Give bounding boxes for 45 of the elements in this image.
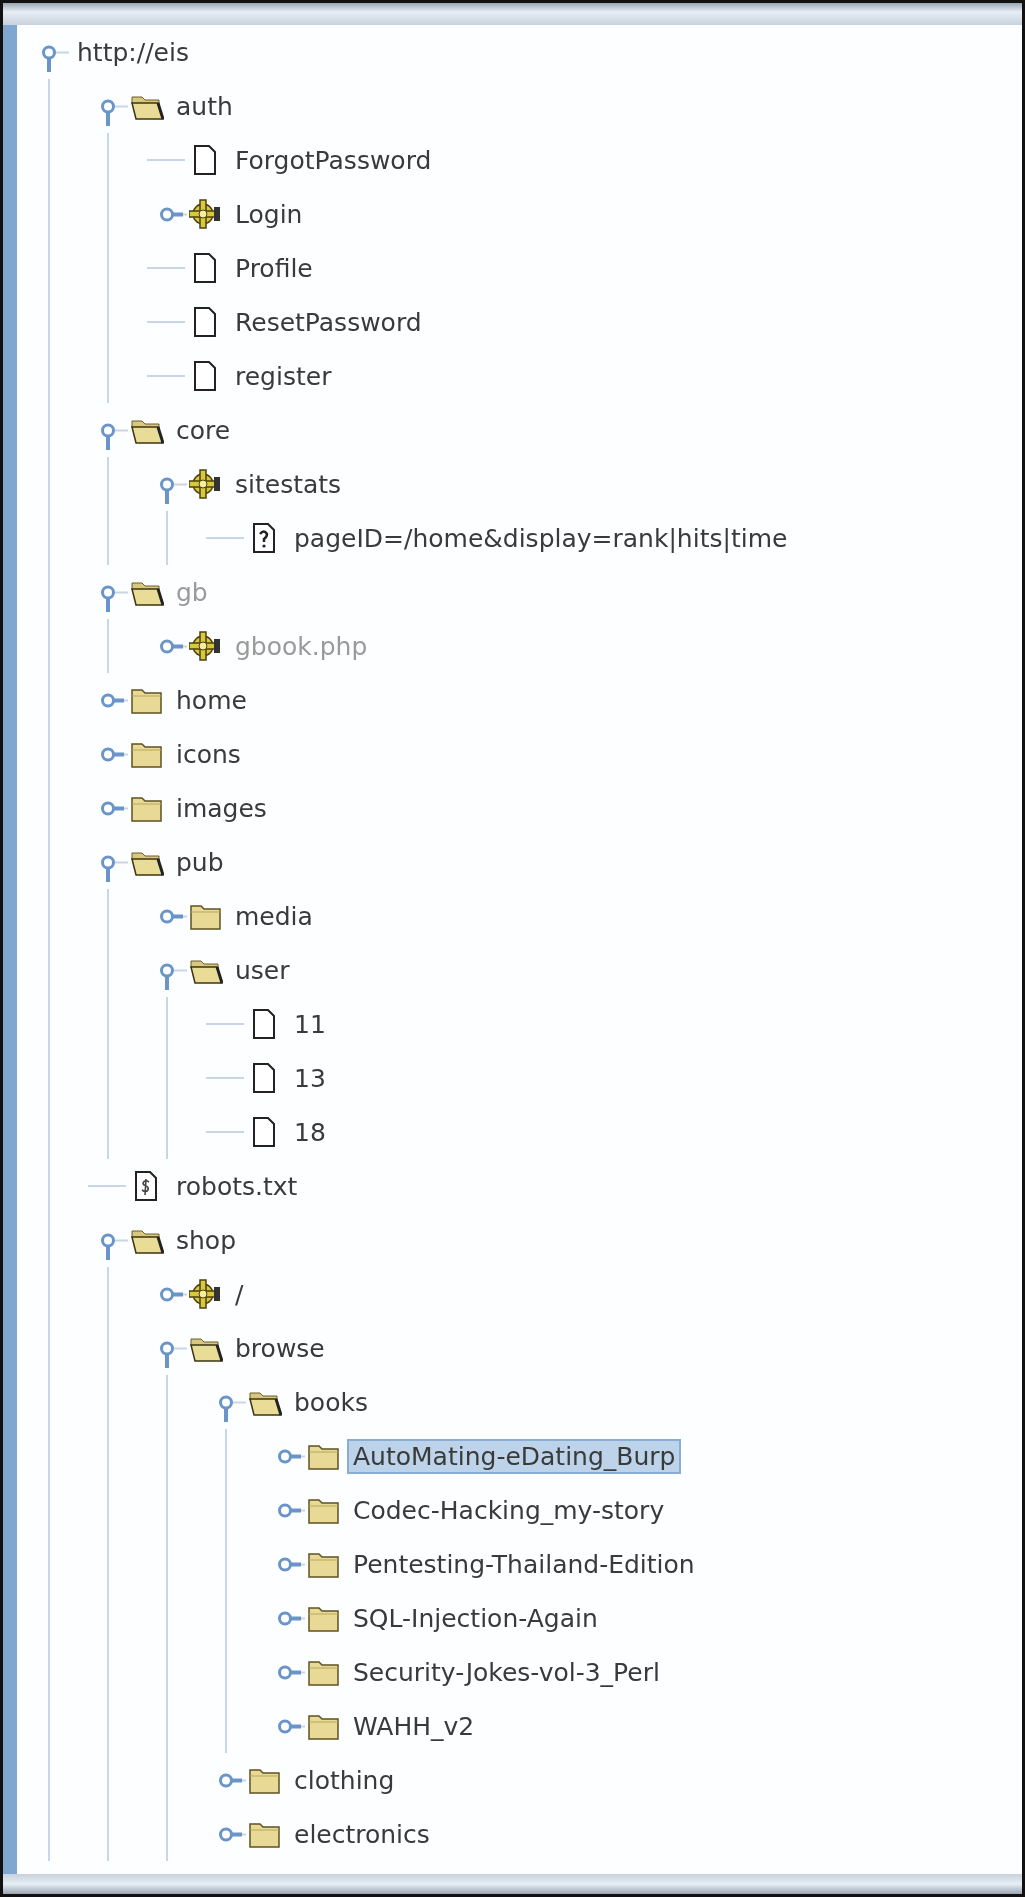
tree-item[interactable]: images [170, 790, 273, 826]
tree-connector [206, 537, 244, 539]
tree-item[interactable]: ResetPassword [229, 304, 428, 340]
tree-item[interactable]: pageID=/home&display=rank|hits|time [288, 520, 794, 556]
tree-connector [147, 159, 185, 161]
tree-item[interactable]: shop [170, 1222, 243, 1258]
tree-item[interactable]: core [170, 412, 237, 448]
tree-connector [206, 1077, 244, 1079]
tree-item[interactable]: icons [170, 736, 247, 772]
tree-item[interactable]: clothing [288, 1762, 401, 1798]
tree-item[interactable]: Profile [229, 250, 319, 286]
tree-item[interactable]: 18 [288, 1114, 332, 1150]
tree-item[interactable]: auth [170, 88, 239, 124]
tree-item[interactable]: media [229, 898, 319, 934]
tree-item[interactable]: browse [229, 1330, 331, 1366]
gear-icon [189, 631, 223, 661]
tree-item[interactable]: ForgotPassword [229, 142, 438, 178]
gear-icon [189, 1279, 223, 1309]
tree-item[interactable]: sitestats [229, 466, 348, 502]
tree-connector [147, 375, 185, 377]
tree-item[interactable]: electronics [288, 1816, 436, 1852]
tree-item[interactable]: 13 [288, 1060, 332, 1096]
tree-connector [147, 321, 185, 323]
tree-connector [206, 1023, 244, 1025]
tree-item[interactable]: SQL-Injection-Again [347, 1600, 604, 1636]
tree-item[interactable]: AutoMating-eDating_Burp [347, 1438, 682, 1474]
tree-item[interactable]: WAHH_v2 [347, 1708, 481, 1744]
tree-item[interactable]: pub [170, 844, 230, 880]
tree-item[interactable]: Codec-Hacking_my-story [347, 1492, 671, 1528]
tree-item[interactable]: robots.txt [170, 1168, 304, 1204]
tree-item[interactable]: Pentesting-Thailand-Edition [347, 1546, 701, 1582]
tree-item[interactable]: books [288, 1384, 374, 1420]
tree-item[interactable]: user [229, 952, 296, 988]
tree-item[interactable]: http://eis [71, 34, 195, 70]
tree-connector [206, 1131, 244, 1133]
gear-icon [189, 199, 223, 229]
tree-item[interactable]: 11 [288, 1006, 332, 1042]
tree-item[interactable]: Login [229, 196, 309, 232]
tree-item[interactable]: register [229, 358, 338, 394]
tree-item[interactable]: Security-Jokes-vol-3_Perl [347, 1654, 666, 1690]
tree-item[interactable]: / [229, 1276, 250, 1312]
tree-connector [88, 1185, 126, 1187]
gear-icon [189, 469, 223, 499]
tree-item[interactable]: home [170, 682, 253, 718]
tree-connector [147, 267, 185, 269]
